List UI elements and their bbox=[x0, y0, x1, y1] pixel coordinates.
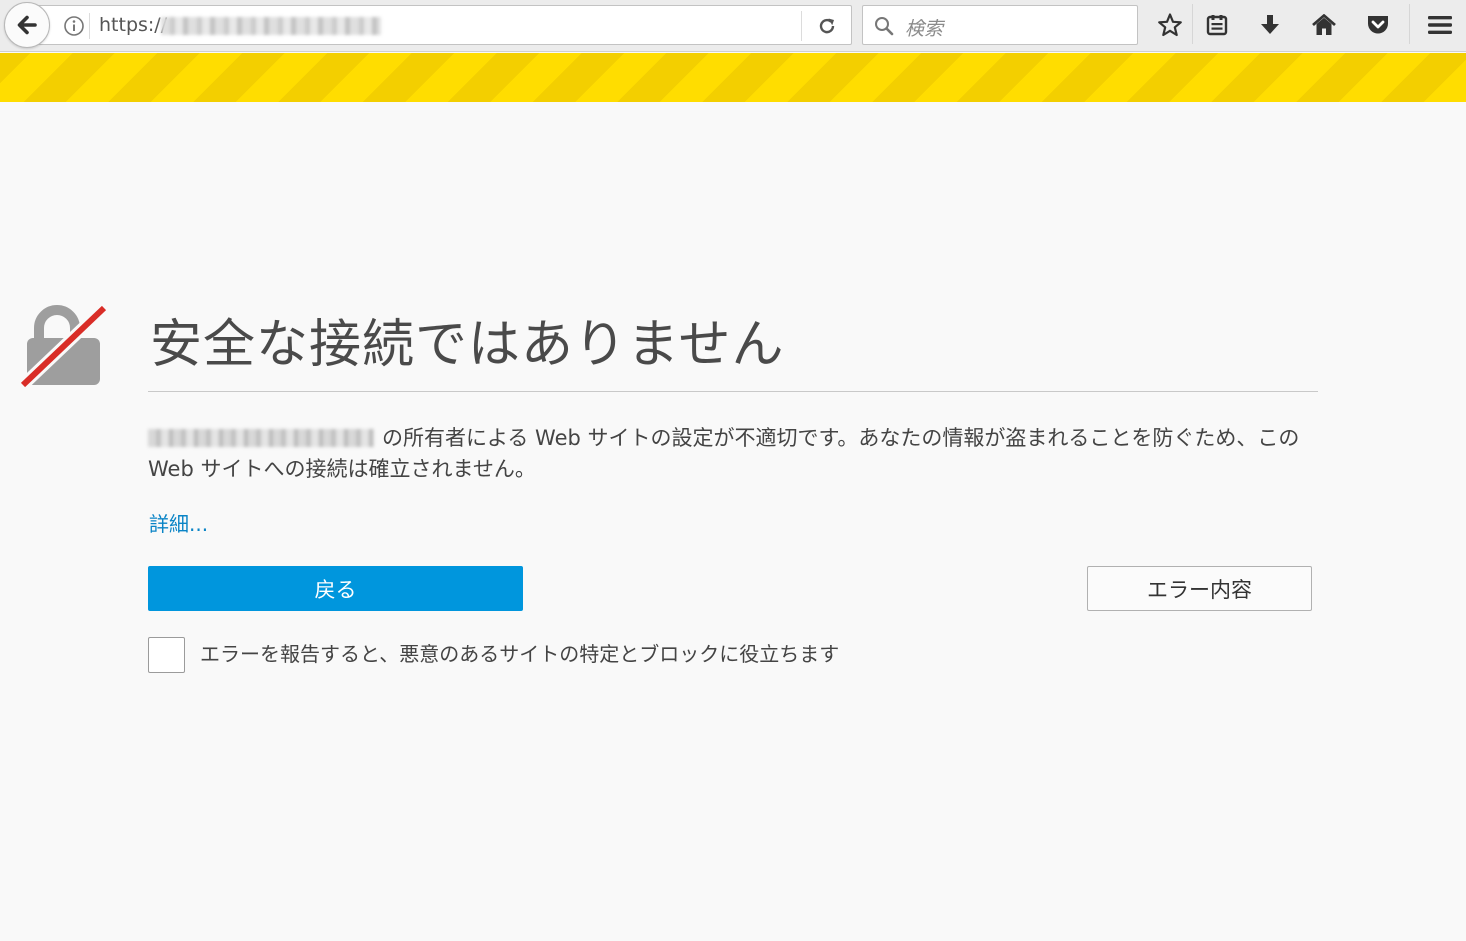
search-bar[interactable]: 検索 bbox=[862, 5, 1138, 45]
home-icon bbox=[1312, 14, 1336, 35]
url-text: https:// bbox=[99, 14, 168, 36]
error-details-button[interactable]: エラー内容 bbox=[1087, 566, 1312, 611]
home-button[interactable] bbox=[1307, 8, 1341, 42]
report-error-label: エラーを報告すると、悪意のあるサイトの特定とブロックに役立ちます bbox=[200, 642, 840, 666]
bookmark-button[interactable] bbox=[1153, 8, 1187, 42]
error-description: の所有者による Web サイトの設定が不適切です。あなたの情報が盗まれることを防… bbox=[148, 423, 1320, 485]
library-icon bbox=[1206, 15, 1228, 36]
title-divider bbox=[148, 391, 1318, 392]
hamburger-menu-icon bbox=[1428, 16, 1452, 34]
advanced-link[interactable]: 詳細... bbox=[149, 508, 208, 537]
download-arrow-icon bbox=[1261, 15, 1279, 34]
error-title: 安全な接続ではありません bbox=[150, 315, 785, 375]
report-error-checkbox[interactable] bbox=[148, 637, 185, 673]
redacted-hostname bbox=[161, 17, 381, 35]
broken-lock-icon bbox=[17, 300, 110, 396]
reload-icon bbox=[819, 18, 835, 34]
downloads-button[interactable] bbox=[1253, 8, 1287, 42]
search-icon bbox=[873, 15, 895, 41]
back-button[interactable] bbox=[4, 2, 50, 48]
redacted-hostname bbox=[148, 429, 374, 447]
go-back-button[interactable]: 戻る bbox=[148, 566, 523, 611]
reload-button[interactable] bbox=[813, 14, 841, 38]
back-arrow-icon bbox=[17, 15, 37, 35]
url-separator bbox=[89, 13, 90, 39]
warning-stripe-banner bbox=[0, 53, 1466, 102]
menu-button[interactable] bbox=[1423, 8, 1457, 42]
pocket-button[interactable] bbox=[1361, 8, 1395, 42]
browser-toolbar: https:// 検索 bbox=[0, 0, 1466, 52]
reload-separator bbox=[801, 11, 802, 41]
pocket-icon bbox=[1368, 16, 1388, 34]
toolbar-separator bbox=[1409, 4, 1410, 44]
info-icon[interactable] bbox=[63, 15, 85, 41]
toolbar-separator bbox=[1192, 4, 1193, 44]
url-bar[interactable]: https:// bbox=[30, 5, 852, 45]
search-placeholder: 検索 bbox=[905, 18, 944, 40]
star-icon bbox=[1158, 13, 1182, 37]
library-button[interactable] bbox=[1200, 8, 1234, 42]
